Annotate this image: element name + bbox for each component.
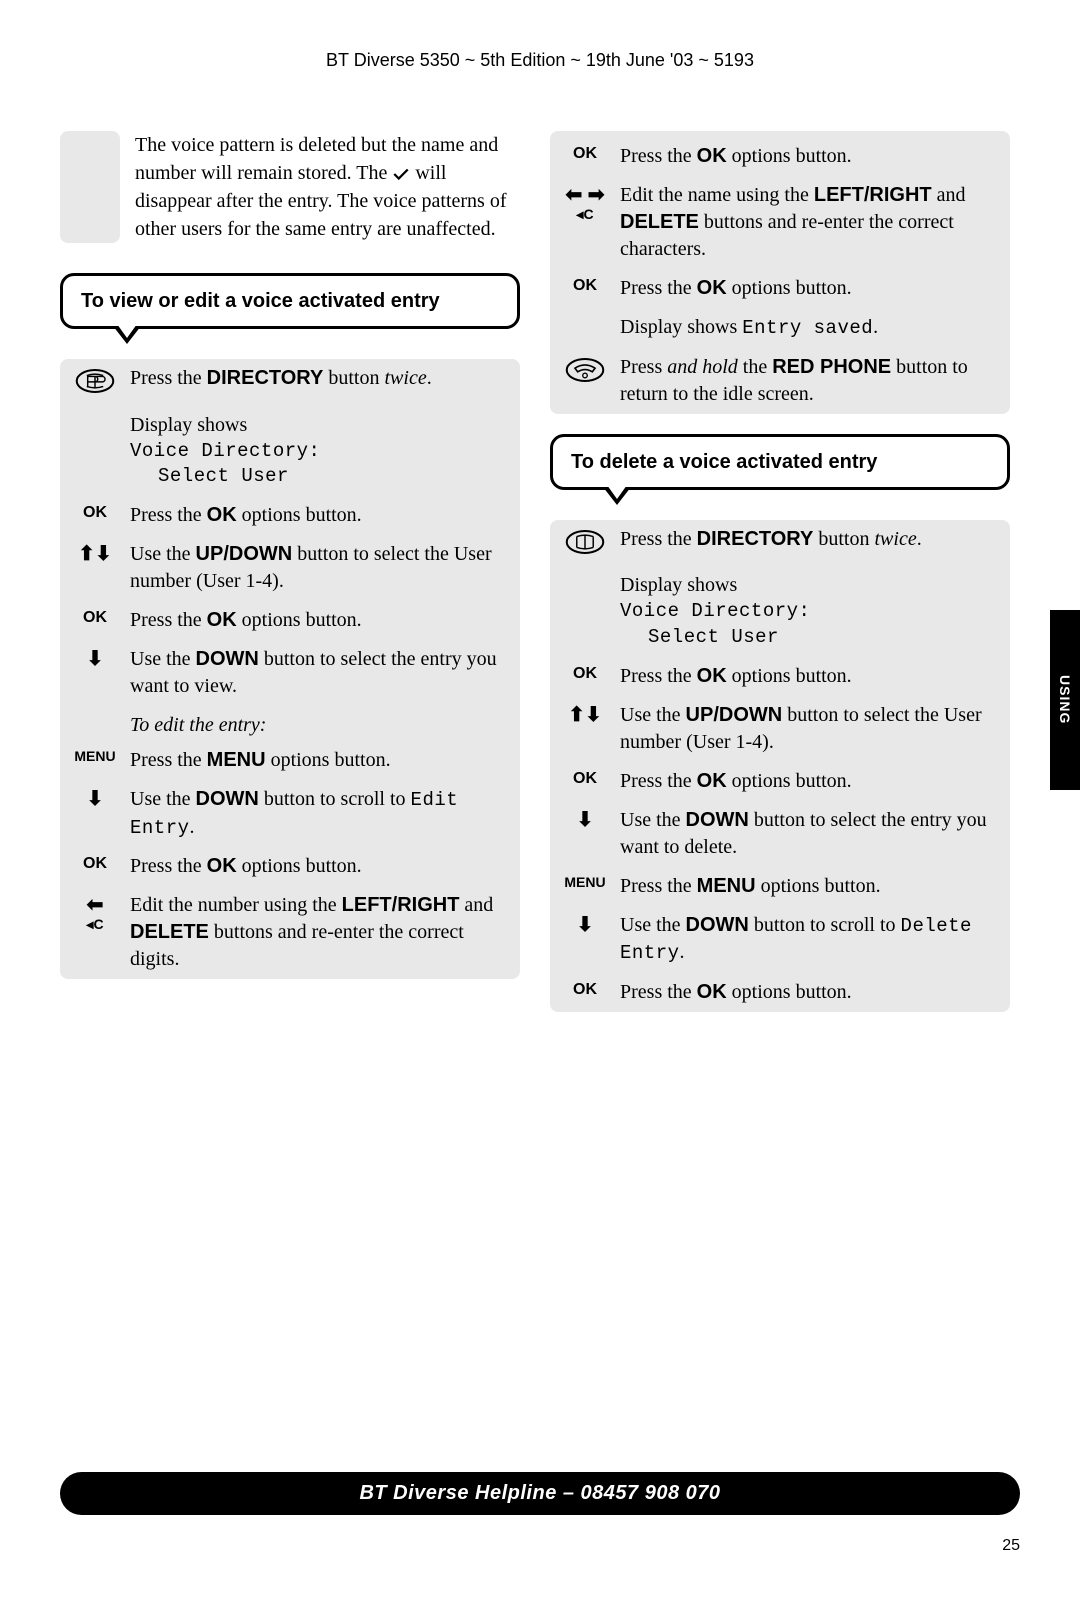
step-down: ⬇ Use the DOWN button to select the entr… <box>60 640 520 706</box>
left-delete-icon: ⬅◂C <box>60 892 130 934</box>
ok-icon: OK <box>550 275 620 295</box>
ok-icon: OK <box>60 502 130 522</box>
directory-icon <box>60 365 130 400</box>
step-ok: OK Press the OK options button. <box>550 269 1010 308</box>
step-ok: OK Press the OK options button. <box>60 601 520 640</box>
content-columns: The voice pattern is deleted but the nam… <box>60 131 1020 1032</box>
page-number: 25 <box>1002 1537 1020 1555</box>
steps-view-edit: Press the DIRECTORY button twice. Displa… <box>60 359 520 979</box>
step-display: Display shows Entry saved. <box>550 308 1010 348</box>
section-tab: USING <box>1050 610 1080 790</box>
document-header: BT Diverse 5350 ~ 5th Edition ~ 19th Jun… <box>60 50 1020 71</box>
menu-icon: MENU <box>60 747 130 764</box>
step-text: Press the DIRECTORY button twice. <box>130 365 510 392</box>
step-ok: OK Press the OK options button. <box>550 657 1010 696</box>
ok-icon: OK <box>550 979 620 999</box>
ok-icon: OK <box>550 768 620 788</box>
step-ok: OK Press the OK options button. <box>550 137 1010 176</box>
step-leftright-delete: ⬅ ➡◂C Edit the name using the LEFT/RIGHT… <box>550 176 1010 269</box>
step-display: Display shows Voice Directory: Select Us… <box>60 406 520 496</box>
steps-continue: OK Press the OK options button. ⬅ ➡◂C Ed… <box>550 131 1010 414</box>
step-ok: OK Press the OK options button. <box>550 762 1010 801</box>
down-icon: ⬇ <box>60 646 130 670</box>
step-directory: Press the DIRECTORY button twice. <box>60 359 520 406</box>
step-down: ⬇ Use the DOWN button to scroll to Delet… <box>550 906 1010 973</box>
step-down: ⬇ Use the DOWN button to select the entr… <box>550 801 1010 867</box>
left-column: The voice pattern is deleted but the nam… <box>60 131 520 1032</box>
step-down: ⬇ Use the DOWN button to scroll to Edit … <box>60 780 520 847</box>
step-redphone: Press and hold the RED PHONE button to r… <box>550 348 1010 414</box>
step-updown: ⬆⬇ Use the UP/DOWN button to select the … <box>60 535 520 601</box>
intro-block: The voice pattern is deleted but the nam… <box>60 131 520 243</box>
step-left-delete: ⬅◂C Edit the number using the LEFT/RIGHT… <box>60 886 520 979</box>
redphone-icon <box>550 354 620 389</box>
ok-icon: OK <box>550 143 620 163</box>
step-updown: ⬆⬇ Use the UP/DOWN button to select the … <box>550 696 1010 762</box>
directory-icon <box>550 526 620 561</box>
step-ok: OK Press the OK options button. <box>60 847 520 886</box>
right-column: OK Press the OK options button. ⬅ ➡◂C Ed… <box>550 131 1010 1032</box>
down-icon: ⬇ <box>60 786 130 810</box>
callout-delete: To delete a voice activated entry <box>550 434 1010 490</box>
step-menu: MENU Press the MENU options button. <box>550 867 1010 906</box>
check-icon <box>392 162 410 184</box>
ok-icon: OK <box>60 853 130 873</box>
step-directory: Press the DIRECTORY button twice. <box>550 520 1010 567</box>
ok-icon: OK <box>60 607 130 627</box>
menu-icon: MENU <box>550 873 620 890</box>
ok-icon: OK <box>550 663 620 683</box>
step-display: Display shows Voice Directory: Select Us… <box>550 566 1010 656</box>
callout-view-edit: To view or edit a voice activated entry <box>60 273 520 329</box>
helpline-footer: BT Diverse Helpline – 08457 908 070 <box>60 1472 1020 1515</box>
intro-text: The voice pattern is deleted but the nam… <box>135 131 520 243</box>
down-icon: ⬇ <box>550 807 620 831</box>
steps-delete: Press the DIRECTORY button twice. Displa… <box>550 520 1010 1012</box>
step-ok: OK Press the OK options button. <box>60 496 520 535</box>
step-ok: OK Press the OK options button. <box>550 973 1010 1012</box>
step-text: Display shows Voice Directory: Select Us… <box>130 412 510 490</box>
down-icon: ⬇ <box>550 912 620 936</box>
subheading-edit: To edit the entry: <box>60 706 520 741</box>
intro-grey-sidebar <box>60 131 120 243</box>
updown-icon: ⬆⬇ <box>550 702 620 726</box>
leftright-delete-icon: ⬅ ➡◂C <box>550 182 620 224</box>
updown-icon: ⬆⬇ <box>60 541 130 565</box>
step-menu: MENU Press the MENU options button. <box>60 741 520 780</box>
